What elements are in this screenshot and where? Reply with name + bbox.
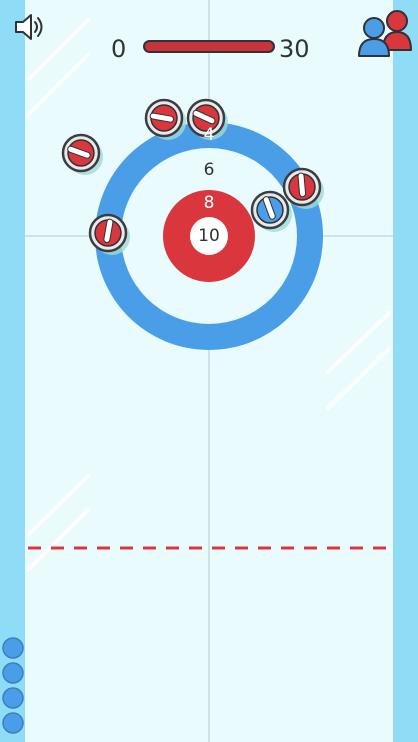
remaining-stone xyxy=(2,637,24,659)
game-stage[interactable]: 0 30 4 6 8 10 xyxy=(0,0,418,742)
remaining-stone xyxy=(2,712,24,734)
score-left: 0 xyxy=(111,35,127,63)
remaining-stones xyxy=(2,637,24,734)
rink xyxy=(0,0,418,742)
ring-label-8: 8 xyxy=(203,193,215,213)
remaining-stone xyxy=(2,687,24,709)
ring-label-6: 6 xyxy=(203,160,215,180)
red-stone xyxy=(61,133,103,175)
right-wall xyxy=(393,0,418,742)
ring-label-10: 10 xyxy=(198,226,220,246)
two-players-icon[interactable] xyxy=(355,6,415,58)
remaining-stone xyxy=(2,662,24,684)
ring-label-4: 4 xyxy=(203,125,215,145)
score-bar xyxy=(143,40,275,53)
left-wall xyxy=(0,0,25,742)
speaker-icon[interactable] xyxy=(13,12,49,42)
score-right: 30 xyxy=(279,35,310,63)
red-stone xyxy=(144,98,186,140)
